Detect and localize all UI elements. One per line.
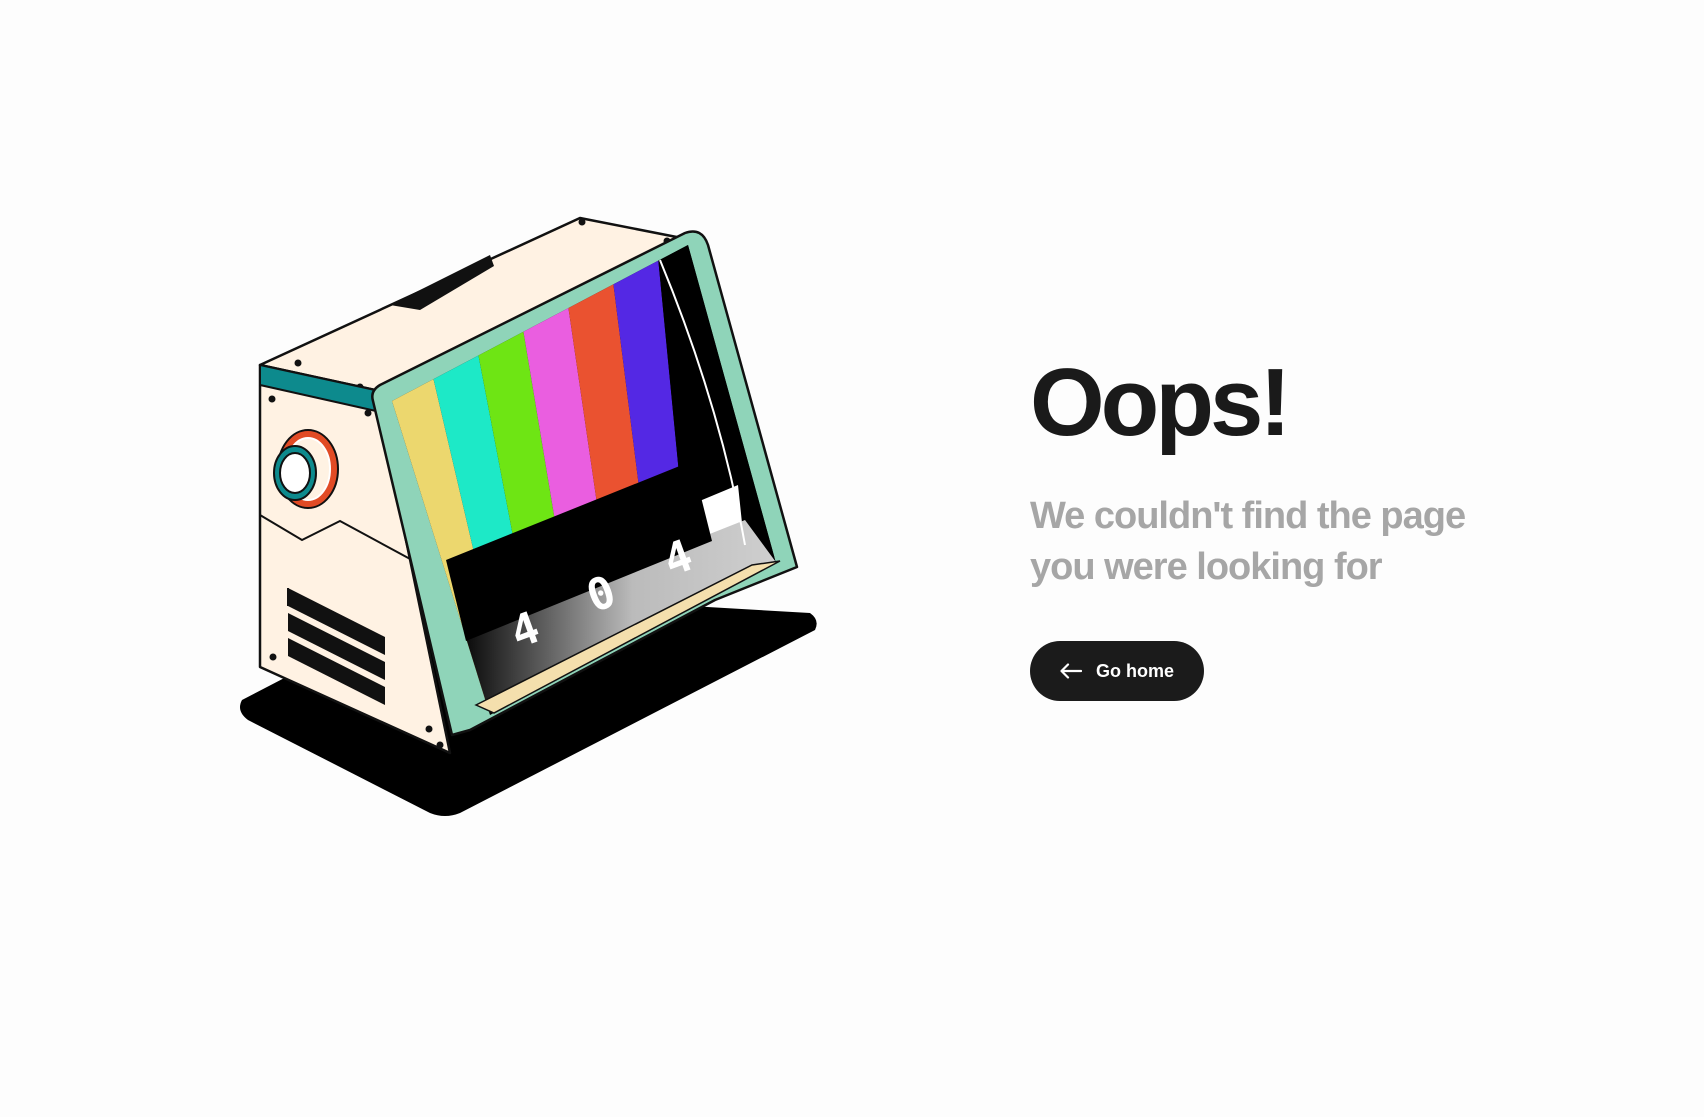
go-home-label: Go home [1096, 660, 1175, 681]
page-title: Oops! [1030, 349, 1291, 456]
page-subtitle: We couldn't find the page you were looki… [1030, 495, 1466, 588]
arrow-left-icon [1060, 663, 1082, 679]
go-home-button[interactable]: Go home [1030, 641, 1205, 701]
not-found-page: 4 0 4 Oops! We couldn't find the page yo… [0, 0, 1704, 1117]
error-message-block: Oops! We couldn't find the page you were… [1030, 355, 1550, 701]
retro-tv-icon [240, 216, 817, 816]
retro-tv-illustration: 4 0 4 [240, 215, 880, 895]
